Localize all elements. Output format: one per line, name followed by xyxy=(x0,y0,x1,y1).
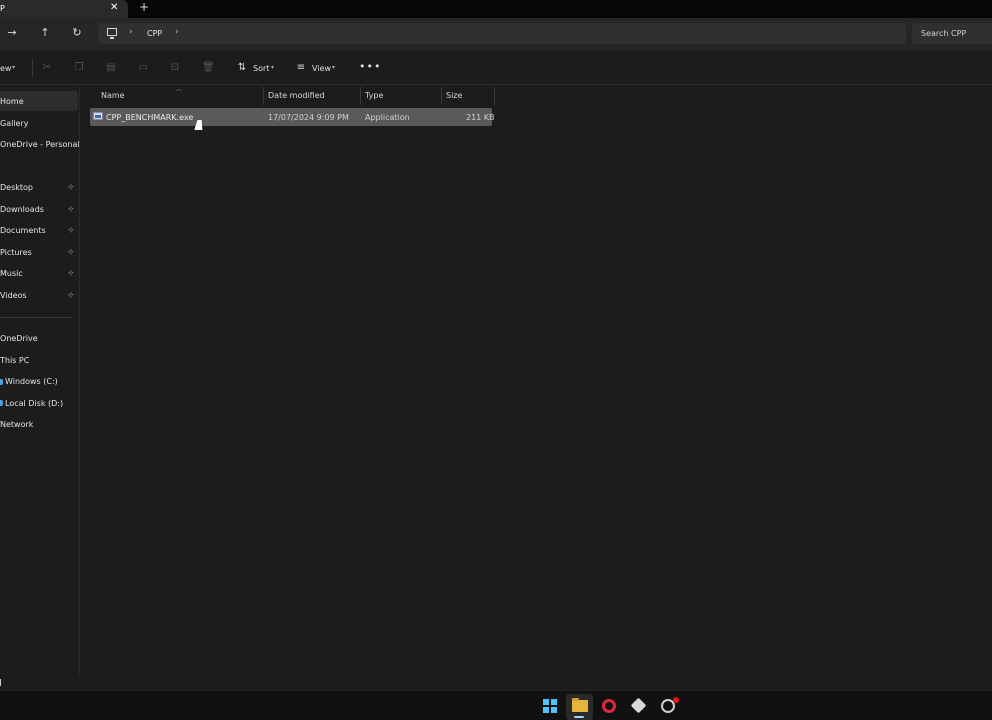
sidebar-item-home[interactable]: Home xyxy=(0,97,24,106)
tab-title: P xyxy=(0,4,5,13)
refresh-icon[interactable]: ↻ xyxy=(70,26,84,40)
sidebar-item-windows-c[interactable]: Windows (C:) xyxy=(5,377,58,386)
sidebar-item-music[interactable]: Music xyxy=(0,269,23,278)
column-header-size[interactable]: Size xyxy=(446,91,462,100)
rename-icon[interactable]: ▭ xyxy=(137,62,149,74)
pin-icon[interactable]: ⊹ xyxy=(68,291,74,299)
column-divider[interactable] xyxy=(360,87,361,105)
opera-browser-icon[interactable] xyxy=(602,699,616,713)
share-icon[interactable]: ⊡ xyxy=(169,62,181,74)
sidebar-item-pictures[interactable]: Pictures xyxy=(0,248,32,257)
mouse-cursor-icon xyxy=(194,120,206,130)
exe-file-icon[interactable] xyxy=(93,112,103,120)
taskbar xyxy=(0,690,992,720)
pin-icon[interactable]: ⊹ xyxy=(68,205,74,213)
view-icon[interactable]: ≡ xyxy=(295,62,307,74)
column-divider[interactable] xyxy=(494,87,495,105)
sidebar-item-desktop[interactable]: Desktop xyxy=(0,183,33,192)
new-tab-icon[interactable]: + xyxy=(139,0,149,14)
sidebar-item-network[interactable]: Network xyxy=(0,420,33,429)
sort-button[interactable]: Sort xyxy=(253,64,269,73)
drive-d-icon xyxy=(0,400,3,406)
new-caret-icon[interactable]: ▾ xyxy=(12,64,15,71)
toolbar-divider xyxy=(32,60,33,76)
delete-icon[interactable]: 🗑 xyxy=(202,62,215,74)
pin-icon[interactable]: ⊹ xyxy=(68,183,74,191)
sidebar-item-videos[interactable]: Videos xyxy=(0,291,27,300)
sidebar-divider xyxy=(0,317,72,318)
breadcrumb-separator-icon[interactable]: › xyxy=(175,27,179,37)
running-indicator xyxy=(574,716,584,718)
view-caret-icon[interactable]: ▾ xyxy=(332,64,335,71)
address-bar[interactable] xyxy=(98,23,906,44)
sidebar-item-downloads[interactable]: Downloads xyxy=(0,205,44,214)
status-bar xyxy=(0,676,992,690)
forward-icon[interactable]: → xyxy=(5,26,19,40)
sort-caret-icon[interactable]: ▾ xyxy=(271,64,274,71)
close-tab-icon[interactable]: ✕ xyxy=(110,2,118,13)
pin-icon[interactable]: ⊹ xyxy=(68,226,74,234)
sidebar-item-gallery[interactable]: Gallery xyxy=(0,119,29,128)
more-options-icon[interactable]: ••• xyxy=(359,60,381,73)
new-button-label[interactable]: ew xyxy=(0,64,11,73)
column-header-type[interactable]: Type xyxy=(365,91,383,100)
column-divider[interactable] xyxy=(263,87,264,105)
sort-icon[interactable]: ⇅ xyxy=(236,62,248,74)
this-pc-icon[interactable] xyxy=(107,28,117,39)
file-name[interactable]: CPP_BENCHMARK.exe xyxy=(106,113,193,122)
pin-icon[interactable]: ⊹ xyxy=(68,248,74,256)
cut-icon[interactable]: ✂ xyxy=(41,62,53,74)
file-size: 211 KB xyxy=(466,113,495,122)
windows-start-icon[interactable] xyxy=(543,699,557,713)
drive-c-icon xyxy=(0,379,3,385)
sort-indicator-icon: ︿ xyxy=(176,86,183,93)
sidebar-item-this-pc[interactable]: This PC xyxy=(0,356,29,365)
paste-icon[interactable]: ▤ xyxy=(105,62,117,74)
file-date-modified: 17/07/2024 9:09 PM xyxy=(268,113,349,122)
status-indicator xyxy=(0,679,1,686)
column-header-name[interactable]: Name xyxy=(101,91,125,100)
breadcrumb-cpp[interactable]: CPP xyxy=(147,29,162,38)
navigation-pane xyxy=(0,86,80,690)
pin-icon[interactable]: ⊹ xyxy=(68,269,74,277)
file-explorer-icon[interactable] xyxy=(572,698,588,712)
sidebar-item-local-disk-d[interactable]: Local Disk (D:) xyxy=(5,399,63,408)
sidebar-item-onedrive-personal[interactable]: OneDrive - Personal xyxy=(0,140,80,149)
explorer-tab[interactable] xyxy=(0,0,128,18)
sidebar-item-onedrive[interactable]: OneDrive xyxy=(0,334,38,343)
breadcrumb-separator-icon[interactable]: › xyxy=(129,27,133,37)
notification-badge xyxy=(673,697,679,703)
up-icon[interactable]: ↑ xyxy=(38,26,52,40)
search-placeholder[interactable]: Search CPP xyxy=(921,29,966,38)
column-divider[interactable] xyxy=(441,87,442,105)
sidebar-item-documents[interactable]: Documents xyxy=(0,226,46,235)
copy-icon[interactable]: ❐ xyxy=(73,62,85,74)
column-header-date-modified[interactable]: Date modified xyxy=(268,91,325,100)
file-type: Application xyxy=(365,113,410,122)
view-button[interactable]: View xyxy=(312,64,331,73)
